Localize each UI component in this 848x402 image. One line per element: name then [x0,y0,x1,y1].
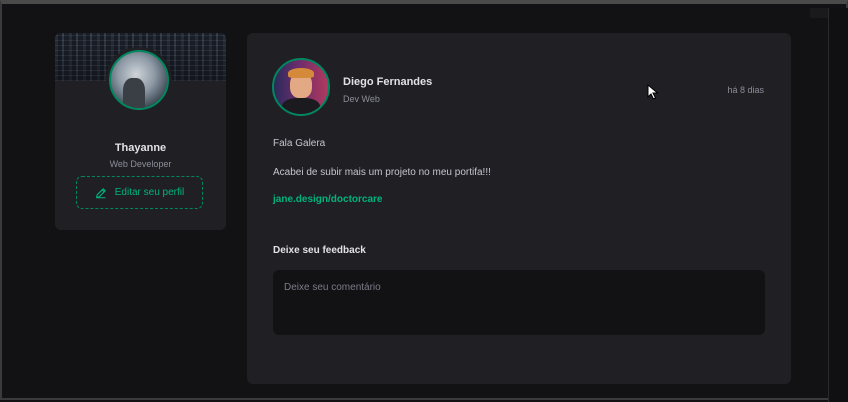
profile-avatar [109,50,169,110]
comment-input[interactable] [273,270,765,335]
post-timestamp: há 8 dias [727,85,764,95]
profile-sidebar: Thayanne Web Developer Editar seu perfil [55,33,226,230]
profile-name: Thayanne [114,142,167,154]
scrollbar-track[interactable] [828,8,848,402]
mouse-pointer-icon [647,83,659,105]
edit-profile-label: Editar seu perfil [114,187,185,198]
profile-role: Web Developer [109,159,172,169]
edit-profile-button[interactable]: Editar seu perfil [76,176,203,209]
post-link[interactable]: jane.design/doctorcare [273,194,382,205]
feedback-title: Deixe seu feedback [273,245,366,256]
author-avatar[interactable] [272,58,330,116]
post-card: Diego Fernandes Dev Web há 8 dias Fala G… [247,33,791,384]
post-greeting: Fala Galera [273,138,326,149]
pencil-icon [95,187,107,199]
author-role: Dev Web [343,94,380,104]
post-message: Acabei de subir mais um projeto no meu p… [273,167,491,178]
author-name: Diego Fernandes [343,76,433,88]
app-window: Thayanne Web Developer Editar seu perfil… [0,0,848,402]
